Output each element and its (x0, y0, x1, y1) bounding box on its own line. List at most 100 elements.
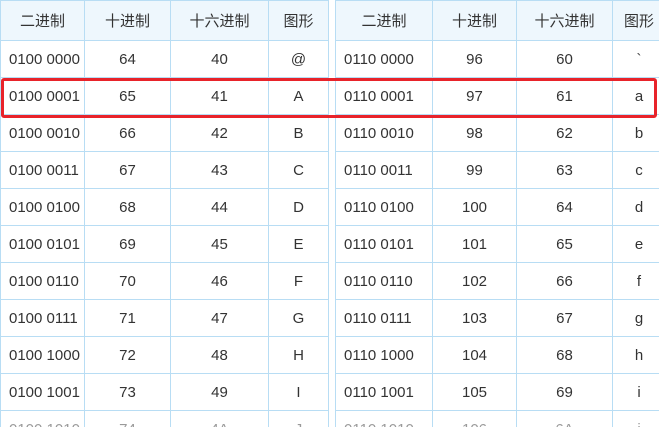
table-row: 0110 0110 102 66 f (335, 262, 659, 300)
table-row: 0110 0010 98 62 b (335, 114, 659, 152)
table-row: 0100 0100 68 44 D (0, 188, 329, 226)
cell-glyph: F (268, 262, 329, 300)
cell-binary: 0110 0111 (335, 299, 433, 337)
cell-decimal: 73 (84, 373, 171, 411)
cell-hex: 4A (170, 410, 269, 427)
cell-binary: 0110 1001 (335, 373, 433, 411)
cell-glyph: j (612, 410, 659, 427)
cell-binary: 0110 0100 (335, 188, 433, 226)
cell-hex: 61 (516, 77, 613, 115)
cell-glyph: C (268, 151, 329, 189)
cell-hex: 62 (516, 114, 613, 152)
cell-binary: 0100 0000 (0, 40, 85, 78)
header-row: 二进制 十进制 十六进制 图形 (0, 0, 329, 41)
table-row: 0100 1001 73 49 I (0, 373, 329, 411)
table-row-highlighted: 0110 0001 97 61 a (335, 77, 659, 115)
cell-decimal: 65 (84, 77, 171, 115)
cell-glyph: D (268, 188, 329, 226)
cell-glyph: G (268, 299, 329, 337)
cell-binary: 0100 0001 (0, 77, 85, 115)
cell-glyph: A (268, 77, 329, 115)
cell-hex: 60 (516, 40, 613, 78)
table-row: 0110 1000 104 68 h (335, 336, 659, 374)
cell-decimal: 100 (432, 188, 517, 226)
cell-decimal: 70 (84, 262, 171, 300)
table-row: 0100 1010744AJ (0, 410, 329, 427)
cell-glyph: ` (612, 40, 659, 78)
cell-binary: 0100 0111 (0, 299, 85, 337)
cell-glyph: i (612, 373, 659, 411)
cell-hex: 67 (516, 299, 613, 337)
cell-binary: 0110 0011 (335, 151, 433, 189)
cell-hex: 44 (170, 188, 269, 226)
cell-hex: 42 (170, 114, 269, 152)
cell-binary: 0110 0000 (335, 40, 433, 78)
cell-decimal: 105 (432, 373, 517, 411)
ascii-table-left: 二进制 十进制 十六进制 图形 0100 0000 64 40 @0100 0001 6… (0, 0, 329, 427)
header-glyph: 图形 (268, 0, 329, 41)
cell-binary: 0110 0010 (335, 114, 433, 152)
table-row: 0100 0110 70 46 F (0, 262, 329, 300)
cell-hex: 40 (170, 40, 269, 78)
table-row: 0100 0000 64 40 @ (0, 40, 329, 78)
table-row: 0110 10101066Aj (335, 410, 659, 427)
cell-decimal: 98 (432, 114, 517, 152)
cell-binary: 0100 1001 (0, 373, 85, 411)
cell-hex: 43 (170, 151, 269, 189)
cell-glyph: h (612, 336, 659, 374)
cell-decimal: 96 (432, 40, 517, 78)
cell-hex: 65 (516, 225, 613, 263)
cell-decimal: 102 (432, 262, 517, 300)
cell-glyph: g (612, 299, 659, 337)
cell-binary: 0110 0001 (335, 77, 433, 115)
cell-hex: 64 (516, 188, 613, 226)
cell-glyph: b (612, 114, 659, 152)
table-row: 0110 0101 101 65 e (335, 225, 659, 263)
cell-binary: 0100 0011 (0, 151, 85, 189)
cell-binary: 0100 0110 (0, 262, 85, 300)
cell-hex: 66 (516, 262, 613, 300)
cell-binary: 0110 1010 (335, 410, 433, 427)
cell-binary: 0100 0101 (0, 225, 85, 263)
cell-glyph: c (612, 151, 659, 189)
cell-glyph: I (268, 373, 329, 411)
table-row: 0110 1001 105 69 i (335, 373, 659, 411)
cell-binary: 0100 1000 (0, 336, 85, 374)
cell-hex: 6A (516, 410, 613, 427)
cell-decimal: 99 (432, 151, 517, 189)
cell-glyph: H (268, 336, 329, 374)
cell-hex: 68 (516, 336, 613, 374)
cell-hex: 47 (170, 299, 269, 337)
cell-glyph: B (268, 114, 329, 152)
cell-decimal: 104 (432, 336, 517, 374)
cell-binary: 0110 0110 (335, 262, 433, 300)
cell-binary: 0100 1010 (0, 410, 85, 427)
header-decimal: 十进制 (432, 0, 517, 41)
ascii-table-right: 二进制 十进制 十六进制 图形 0110 0000 96 60 ` 0110 0001 9… (335, 0, 659, 427)
cell-glyph: @ (268, 40, 329, 78)
table-row: 0110 0000 96 60 ` (335, 40, 659, 78)
cell-hex: 45 (170, 225, 269, 263)
table-row: 0100 0011 67 43 C (0, 151, 329, 189)
table-row: 0100 0101 69 45 E (0, 225, 329, 263)
header-hex: 十六进制 (516, 0, 613, 41)
cell-decimal: 72 (84, 336, 171, 374)
table-row: 0110 0111 103 67 g (335, 299, 659, 337)
cell-glyph: f (612, 262, 659, 300)
cell-hex: 49 (170, 373, 269, 411)
table-row: 0110 0100 100 64 d (335, 188, 659, 226)
header-glyph: 图形 (612, 0, 659, 41)
cell-decimal: 64 (84, 40, 171, 78)
cell-decimal: 103 (432, 299, 517, 337)
cell-hex: 46 (170, 262, 269, 300)
cell-decimal: 71 (84, 299, 171, 337)
cell-decimal: 101 (432, 225, 517, 263)
cell-binary: 0110 1000 (335, 336, 433, 374)
table-row: 0100 1000 72 48 H (0, 336, 329, 374)
cell-hex: 63 (516, 151, 613, 189)
cell-glyph: d (612, 188, 659, 226)
table-row: 0100 0111 71 47 G (0, 299, 329, 337)
cell-decimal: 74 (84, 410, 171, 427)
cell-decimal: 66 (84, 114, 171, 152)
header-binary: 二进制 (0, 0, 85, 41)
